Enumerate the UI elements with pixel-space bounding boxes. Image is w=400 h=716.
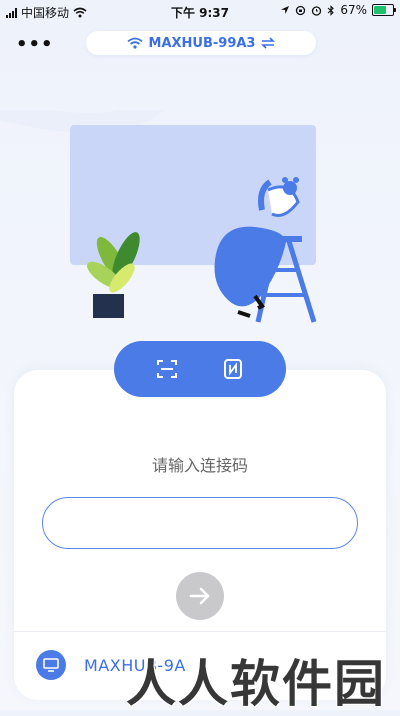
scan-icon <box>157 360 177 378</box>
battery-percent: 67% <box>340 3 367 17</box>
status-bar: 中国移动 下午 9:37 67% <box>0 0 400 22</box>
connect-code-prompt: 请输入连接码 <box>151 456 248 475</box>
status-right: 67% <box>280 3 396 17</box>
nfc-button[interactable] <box>218 354 248 384</box>
monitor-icon <box>36 650 66 680</box>
alarm-icon <box>312 5 322 16</box>
illustration <box>0 110 317 323</box>
battery-icon <box>372 4 396 16</box>
wifi-icon <box>126 37 143 49</box>
bluetooth-icon <box>327 4 335 16</box>
orientation-lock-icon <box>296 5 306 15</box>
connect-mode-toggle <box>114 341 286 397</box>
next-button[interactable] <box>176 572 224 620</box>
more-button[interactable]: ••• <box>16 34 54 55</box>
arrow-right-icon <box>189 587 210 605</box>
location-icon <box>281 6 290 14</box>
device-selector[interactable]: MAXHUB-99A3 <box>86 31 316 55</box>
switch-icon <box>261 37 276 49</box>
nfc-icon <box>224 359 242 379</box>
scan-qr-button[interactable] <box>152 354 182 384</box>
watermark: 人人软件园 <box>126 655 386 713</box>
device-name: MAXHUB-99A3 <box>148 35 256 51</box>
divider <box>14 631 386 632</box>
connect-code-input[interactable] <box>42 497 358 549</box>
